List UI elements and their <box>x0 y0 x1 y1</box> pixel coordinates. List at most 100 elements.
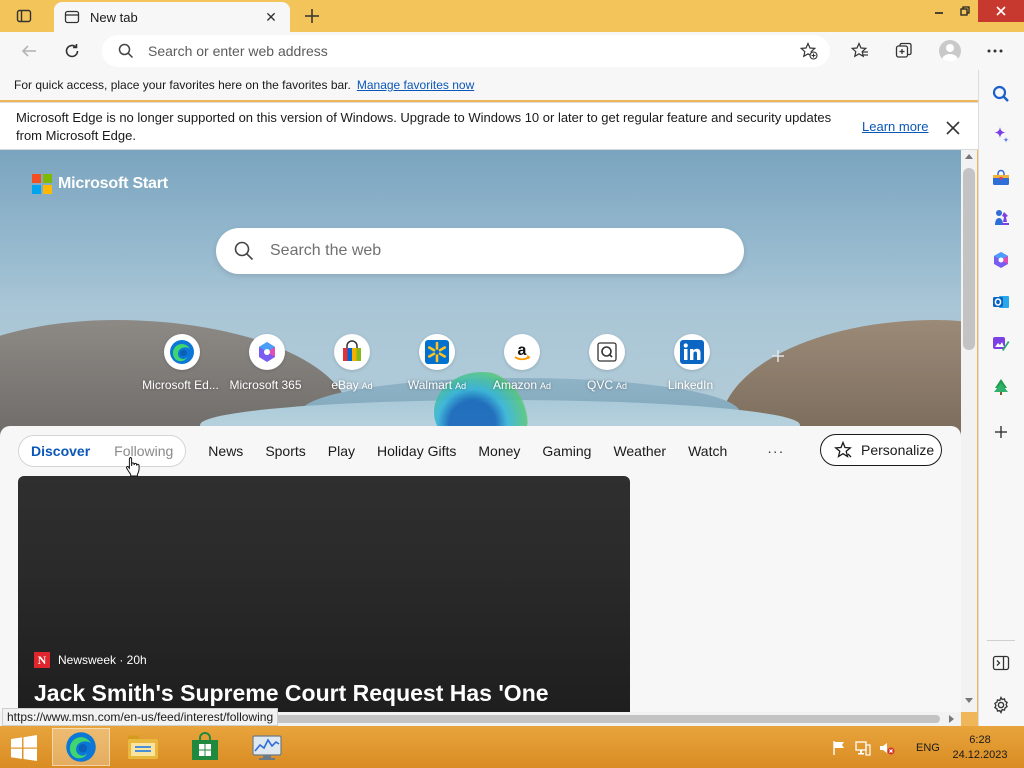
title-bar: New tab ✕ <box>0 0 1024 32</box>
taskbar-edge[interactable] <box>52 728 110 766</box>
settings-more-button[interactable] <box>980 36 1010 66</box>
personalize-label: Personalize <box>861 442 935 458</box>
close-window-button[interactable] <box>978 0 1024 22</box>
info-close-button[interactable] <box>942 117 964 139</box>
personalize-button[interactable]: Personalize <box>820 434 942 466</box>
nav-sports[interactable]: Sports <box>265 443 305 459</box>
sidebar-designer-button[interactable] <box>989 332 1013 356</box>
news-card[interactable]: N Newsweek · 20h Jack Smith's Supreme Co… <box>18 476 630 712</box>
quick-link-tile[interactable]: QVC Ad <box>565 334 649 392</box>
favorites-icon <box>851 42 868 58</box>
amazon-icon: a <box>504 334 540 370</box>
refresh-button[interactable] <box>57 36 87 66</box>
plus-icon <box>305 9 319 23</box>
taskbar-task-manager[interactable] <box>238 728 296 766</box>
sidebar-games-button[interactable] <box>989 206 1013 230</box>
manage-favorites-link[interactable]: Manage favorites now <box>357 78 474 92</box>
volume-muted-icon[interactable] <box>878 739 896 757</box>
nav-play[interactable]: Play <box>328 443 355 459</box>
news-headline[interactable]: Jack Smith's Supreme Court Request Has '… <box>34 680 549 707</box>
web-search-box[interactable]: Search the web <box>216 228 744 274</box>
sidebar-hide-button[interactable] <box>989 651 1013 675</box>
add-favorite-button[interactable] <box>794 36 824 66</box>
microsoft-start-brand[interactable]: Microsoft Start <box>32 174 168 194</box>
vertical-scrollbar[interactable] <box>961 150 977 712</box>
language-indicator[interactable]: ENG <box>916 742 940 754</box>
hand-cursor-icon <box>125 457 140 477</box>
sidebar-search-button[interactable] <box>989 82 1013 106</box>
horizontal-scroll-thumb[interactable] <box>250 715 940 723</box>
nav-holiday-gifts[interactable]: Holiday Gifts <box>377 443 456 459</box>
collections-icon <box>895 42 912 58</box>
nav-weather[interactable]: Weather <box>613 443 666 459</box>
profile-avatar[interactable] <box>939 40 961 62</box>
taskbar-clock[interactable]: 6:28 24.12.2023 <box>948 733 1012 763</box>
back-button[interactable] <box>14 36 44 66</box>
personalize-star-icon <box>833 440 853 460</box>
quick-link-tile[interactable]: a Amazon Ad <box>480 334 564 392</box>
back-arrow-icon <box>21 45 36 57</box>
quick-link-tile[interactable]: LinkedIn <box>650 334 734 392</box>
sidebar-shopping-button[interactable] <box>989 166 1013 190</box>
sidebar-add-button[interactable] <box>989 420 1013 444</box>
walmart-icon <box>419 334 455 370</box>
network-icon[interactable] <box>854 739 872 757</box>
page-content: Microsoft Start Search the web Microsoft… <box>0 150 961 712</box>
tab-close-icon[interactable]: ✕ <box>262 8 280 26</box>
scroll-down-icon[interactable] <box>965 698 973 703</box>
quick-link-tile[interactable]: Walmart Ad <box>395 334 479 392</box>
brand-name: Microsoft Start <box>58 175 168 192</box>
tile-label: QVC <box>586 378 613 392</box>
quick-link-tile[interactable]: Microsoft Ed... <box>140 334 224 392</box>
tab-actions-button[interactable] <box>8 5 40 27</box>
favorites-button[interactable] <box>845 36 875 66</box>
tab-following[interactable]: Following <box>114 443 173 459</box>
news-source-label: Newsweek · 20h <box>58 653 147 667</box>
nav-more-button[interactable]: ··· <box>767 443 784 459</box>
taskbar-store[interactable] <box>176 728 234 766</box>
collections-button[interactable] <box>889 36 919 66</box>
learn-more-link[interactable]: Learn more <box>862 119 928 134</box>
gear-icon <box>994 696 1008 714</box>
minimize-button[interactable] <box>926 0 952 22</box>
store-bag-icon <box>192 732 218 760</box>
flag-icon[interactable] <box>830 739 848 757</box>
address-input[interactable]: Search or enter web address <box>148 43 794 59</box>
microsoft-365-icon <box>249 334 285 370</box>
web-search-input[interactable]: Search the web <box>270 242 381 260</box>
sidebar-outlook-button[interactable] <box>989 290 1013 314</box>
taskbar-file-explorer[interactable] <box>114 728 172 766</box>
sidebar-tree-button[interactable] <box>989 375 1013 399</box>
sidebar-microsoft-365-button[interactable] <box>989 248 1013 272</box>
start-button[interactable] <box>10 735 38 761</box>
quick-links: Microsoft Ed... Microsoft 365 eBay Ad Wal… <box>140 334 800 394</box>
microsoft-logo-icon <box>32 174 52 194</box>
nav-gaming[interactable]: Gaming <box>542 443 591 459</box>
quick-link-tile[interactable]: Microsoft 365 <box>225 334 309 392</box>
star-add-icon <box>800 42 818 60</box>
minimize-icon <box>935 12 943 14</box>
nav-news[interactable]: News <box>208 443 243 459</box>
microsoft-365-icon <box>994 252 1008 268</box>
restore-button[interactable] <box>952 0 978 22</box>
ebay-icon <box>334 334 370 370</box>
new-tab-button[interactable] <box>300 4 324 28</box>
tab-new-tab[interactable]: New tab ✕ <box>54 2 290 32</box>
add-quick-link-button[interactable] <box>770 348 786 364</box>
designer-icon <box>993 337 1010 351</box>
quick-link-tile[interactable]: eBay Ad <box>310 334 394 392</box>
tile-label: Microsoft 365 <box>229 378 302 392</box>
address-bar[interactable]: Search or enter web address <box>102 35 830 67</box>
nav-money[interactable]: Money <box>478 443 520 459</box>
scroll-thumb[interactable] <box>963 168 975 350</box>
scroll-up-icon[interactable] <box>965 154 973 159</box>
scroll-right-icon[interactable] <box>949 715 954 723</box>
tile-label: Microsoft Ed... <box>142 378 219 392</box>
edge-icon <box>66 732 96 762</box>
sidebar-settings-button[interactable] <box>989 693 1013 717</box>
refresh-icon <box>65 44 79 58</box>
tab-discover[interactable]: Discover <box>31 443 90 459</box>
news-source: N Newsweek · 20h <box>34 652 147 668</box>
nav-watch[interactable]: Watch <box>688 443 727 459</box>
sidebar-copilot-button[interactable] <box>989 123 1013 147</box>
